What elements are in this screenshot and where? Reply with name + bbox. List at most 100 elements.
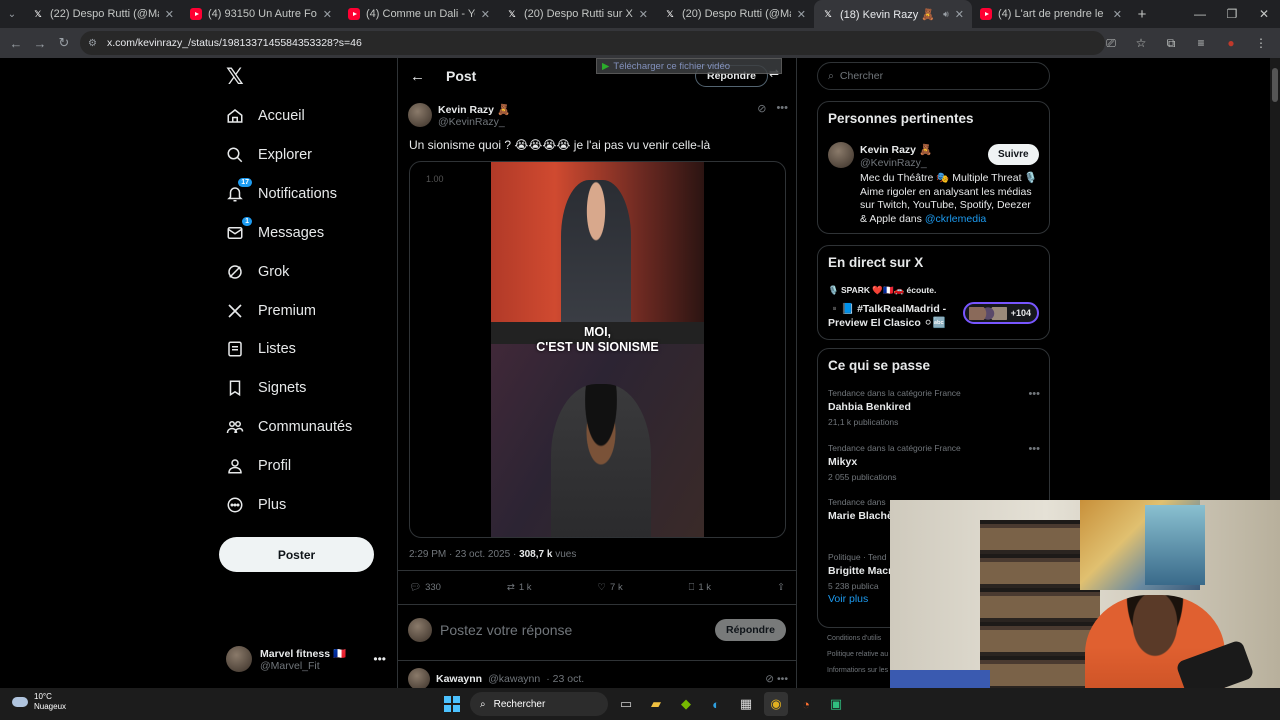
grok-icon[interactable]: ⊘ [757,102,766,115]
like-action[interactable]: ♡ 7 k [597,582,622,593]
forward-icon[interactable]: → [28,36,52,51]
taskbar-search[interactable]: ⌕ Rechercher [470,692,608,716]
sidebar-item-messages[interactable]: 1 Messages [226,216,324,245]
new-tab-button[interactable]: + [1130,6,1154,23]
user-name[interactable]: Kevin Razy 🧸 [860,143,932,156]
close-tab-icon[interactable]: ✕ [481,8,490,21]
trend-title: Mikyx [828,455,858,468]
browser-tab[interactable]: (4) L'art de prendre le pouvoir ✕ [972,0,1130,28]
back-icon[interactable]: ← [4,36,28,51]
account-switcher[interactable]: Marvel fitness 🇫🇷 @Marvel_Fit ••• [226,644,386,674]
close-tab-icon[interactable]: ✕ [1113,8,1122,21]
reply-input[interactable]: Postez votre réponse [440,622,572,638]
space-title-1[interactable]: ▪️📘 #TalkRealMadrid - [828,302,946,315]
more-icon[interactable]: ••• [1028,388,1040,400]
url-text[interactable]: x.com/kevinrazy_/status/1981337145584353… [107,37,362,49]
task-view-icon[interactable]: ▭ [614,692,638,716]
playback-speed[interactable]: 1.00 [426,174,444,184]
author-avatar[interactable] [408,103,432,127]
tweet-time[interactable]: 2:29 PM · 23 oct. 2025 · [409,549,519,560]
show-more-link[interactable]: Voir plus [828,593,868,605]
close-tab-icon[interactable]: ✕ [165,8,174,21]
close-tab-icon[interactable]: ✕ [955,8,964,21]
sidebar-item-listes[interactable]: Listes [226,337,296,361]
sidebar-item-plus[interactable]: Plus [226,493,286,517]
space-title-2[interactable]: Preview El Clasico ⚪🔤 [828,316,946,329]
trend-item[interactable]: Tendance dans la catégorie France Mikyx 2 … [828,443,1040,482]
bookmark-star-icon[interactable]: ☆ [1126,36,1156,50]
more-icon[interactable]: ••• [1028,443,1040,455]
more-icon[interactable]: ••• [776,102,788,115]
home-icon [226,107,244,125]
extensions-icon[interactable]: ⧉ [1156,36,1186,51]
start-icon[interactable] [440,692,464,716]
footer-link[interactable]: Informations sur les [827,667,888,674]
sidebar-item-profil[interactable]: Profil [226,454,291,478]
nvidia-icon[interactable]: ◆ [674,692,698,716]
sidebar-item-premium[interactable]: Premium [226,299,316,323]
close-tab-icon[interactable]: ✕ [797,8,806,21]
video-frame[interactable]: MOI, C'EST UN SIONISME [491,162,704,537]
sidebar-item-communauts[interactable]: Communautés [226,415,352,439]
omnibox[interactable]: ⚙ x.com/kevinrazy_/status/19813371455843… [80,31,1105,55]
author-name[interactable]: Kevin Razy 🧸 [438,103,510,116]
media-control-icon[interactable]: ≡ [1186,36,1216,50]
more-icon[interactable]: ⊘ ••• [765,673,788,685]
sidebar-item-explorer[interactable]: Explorer [226,143,312,167]
share-icon[interactable]: ⇪ [777,582,785,593]
reply-action[interactable]: 💬︎ 330 [409,582,441,593]
space-listeners-pill[interactable]: +104 [963,302,1039,324]
chrome-menu-icon[interactable]: ⋮ [1246,36,1276,50]
more-icon[interactable]: ••• [373,652,386,666]
trend-item[interactable]: Tendance dans la catégorie France Dahbia … [828,388,1040,427]
edge-icon[interactable]: ◐ [704,692,728,716]
browser-tab[interactable]: 𝕏 (18) Kevin Razy 🧸 sur X : " 🔊︎ ✕ [814,0,972,28]
weather-widget[interactable]: 10°C Nuageux [12,692,66,712]
x-logo-icon[interactable]: 𝕏 [226,64,244,90]
back-arrow-icon[interactable]: ← [410,68,425,85]
browser-tab[interactable]: (4) 93150 Un Autre Football Ep ✕ [182,0,340,28]
search-input[interactable]: ⌕ Chercher [817,62,1050,90]
bookmark-action[interactable]: ⎕ 1 k [689,582,711,593]
reply-avatar[interactable] [408,668,430,688]
browser-tab[interactable]: 𝕏 (20) Despo Rutti sur X : "https:/ ✕ [498,0,656,28]
reply-tweet[interactable]: Kawaynn @kawaynn · 23 oct. ⊘ ••• [408,668,788,688]
reply-author-handle[interactable]: @kawaynn [488,673,540,685]
author-handle[interactable]: @KevinRazy_ [438,116,510,128]
close-tab-icon[interactable]: ✕ [639,8,648,21]
maximize-icon[interactable]: ❐ [1216,0,1248,28]
user-handle[interactable]: @KevinRazy_ [860,157,927,169]
close-window-icon[interactable]: ✕ [1248,0,1280,28]
cast-icon[interactable]: ⎚ [1096,36,1126,51]
close-tab-icon[interactable]: ✕ [323,8,332,21]
reload-icon[interactable]: ↻ [52,35,76,51]
minimize-icon[interactable]: — [1184,0,1216,28]
browser-tab[interactable]: (4) Comme un Dali - YouTube ✕ [340,0,498,28]
reply-button[interactable]: Répondre [714,619,786,641]
site-info-icon[interactable]: ⚙ [88,38,97,49]
app-icon[interactable]: ▣ [824,692,848,716]
avatar[interactable] [828,142,854,168]
file-explorer-icon[interactable]: ▰ [644,692,668,716]
sidebar-item-notifications[interactable]: 17 Notifications [226,177,337,206]
footer-link[interactable]: Conditions d'utilis [827,635,881,642]
browser-tab[interactable]: 𝕏 (22) Despo Rutti (@MajsterOffi ✕ [24,0,182,28]
repost-action[interactable]: ⇄ 1 k [507,582,532,593]
sidebar-item-signets[interactable]: Signets [226,376,306,400]
firefox-icon[interactable]: ◔ [794,692,818,716]
footer-link[interactable]: Politique relative au [827,651,888,658]
tweet-video[interactable]: 1.00 MOI, C'EST UN SIONISME [409,161,786,538]
follow-button[interactable]: Suivre [988,144,1039,165]
tab-search-icon[interactable]: ⌄ [0,0,24,28]
audio-icon[interactable]: 🔊︎ [943,9,949,20]
bio-link[interactable]: @ckrlemedia [925,213,986,225]
download-video-overlay[interactable]: ▶ Télécharger ce fichier vidéo [596,58,782,74]
store-icon[interactable]: ▦ [734,692,758,716]
sidebar-item-accueil[interactable]: Accueil [226,104,305,128]
chrome-icon[interactable]: ◉ [764,692,788,716]
browser-tab[interactable]: 𝕏 (20) Despo Rutti (@MajsterOffi ✕ [656,0,814,28]
sidebar-item-grok[interactable]: Grok [226,260,289,284]
reply-author-name[interactable]: Kawaynn [436,673,482,685]
profile-icon[interactable]: ● [1216,36,1246,50]
post-button[interactable]: Poster [219,537,374,572]
